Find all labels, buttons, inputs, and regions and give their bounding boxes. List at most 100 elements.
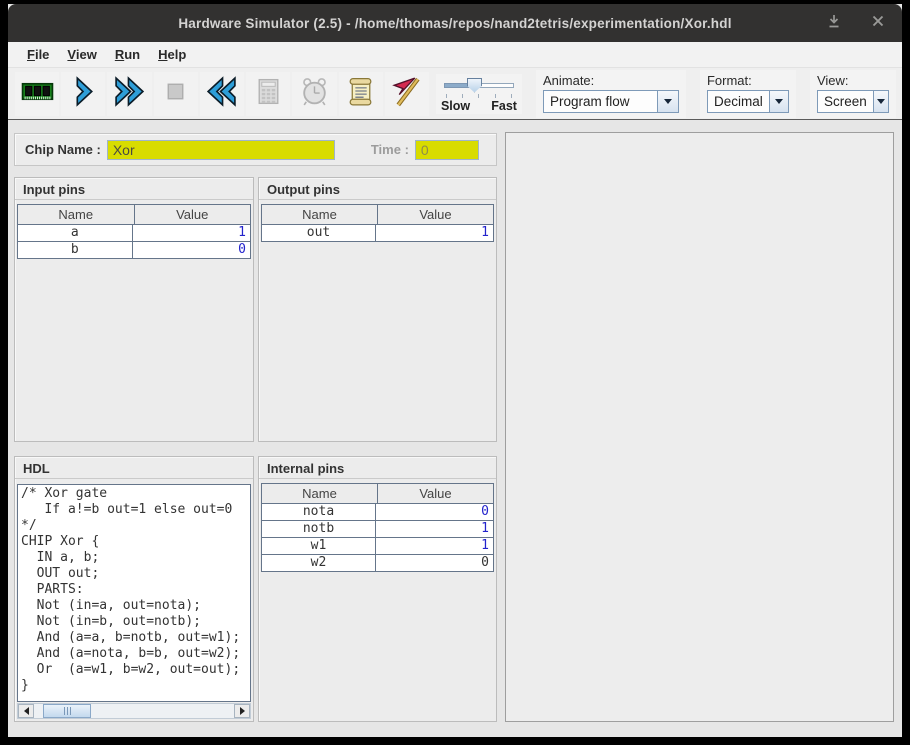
view-group: View: Screen — [810, 70, 896, 118]
input-pins-title: Input pins — [15, 178, 253, 200]
internal-pins-panel: Internal pins Name Value nota 0 notb 1 w… — [258, 456, 497, 722]
slider-ticks — [446, 94, 512, 98]
animate-select[interactable]: Program flow — [543, 90, 679, 113]
slider-thumb[interactable] — [467, 78, 482, 93]
format-label: Format: — [707, 73, 789, 88]
column-header-value: Value — [377, 205, 493, 224]
title-bar[interactable]: Hardware Simulator (2.5) - /home/thomas/… — [8, 4, 902, 42]
code-line: OUT out; — [21, 566, 247, 582]
display-area-panel — [505, 132, 894, 722]
code-line: IN a, b; — [21, 550, 247, 566]
chip-name-bar: Chip Name : Xor Time : 0 — [14, 133, 497, 166]
pin-value[interactable]: 1 — [132, 225, 251, 241]
column-header-name: Name — [262, 484, 377, 503]
code-line: Not (in=a, out=nota); — [21, 598, 247, 614]
fast-label: Fast — [491, 99, 517, 113]
minimize-button[interactable] — [826, 15, 842, 31]
animate-label: Animate: — [543, 73, 679, 88]
pin-name: w2 — [262, 555, 375, 571]
hdl-panel: HDL /* Xor gate If a!=b out=1 else out=0… — [14, 456, 254, 722]
menu-file[interactable]: File — [18, 44, 58, 65]
table-row: b 0 — [18, 242, 250, 259]
format-value: Decimal — [708, 91, 769, 112]
stop-button[interactable] — [154, 72, 198, 116]
triangle-right-icon — [240, 707, 245, 715]
horizontal-scrollbar[interactable] — [17, 703, 251, 719]
format-select[interactable]: Decimal — [707, 90, 789, 113]
output-pins-title: Output pins — [259, 178, 496, 200]
single-step-button[interactable] — [61, 72, 105, 116]
input-pins-table: Name Value a 1 b 0 — [17, 204, 251, 259]
close-button[interactable] — [870, 15, 886, 31]
output-pins-panel: Output pins Name Value out 1 — [258, 177, 497, 442]
menu-bar: File View Run Help — [8, 42, 902, 68]
input-pins-panel: Input pins Name Value a 1 b 0 — [14, 177, 254, 442]
table-row: nota 0 — [262, 504, 493, 521]
view-dropdown-button[interactable] — [873, 91, 888, 112]
scrollbar-track[interactable] — [34, 704, 234, 718]
scroll-left-button[interactable] — [18, 704, 34, 718]
table-row: a 1 — [18, 225, 250, 242]
pin-value: 1 — [375, 225, 493, 241]
clock-button[interactable] — [292, 72, 336, 116]
pin-name: notb — [262, 521, 375, 537]
main-area: Chip Name : Xor Time : 0 Input pins Name… — [8, 120, 902, 736]
double-chevron-left-icon — [205, 75, 238, 113]
window-title: Hardware Simulator (2.5) - /home/thomas/… — [178, 16, 731, 31]
code-line: PARTS: — [21, 582, 247, 598]
scroll-right-button[interactable] — [234, 704, 250, 718]
pin-value: 0 — [375, 504, 493, 520]
menu-view[interactable]: View — [58, 44, 105, 65]
chip-name-label: Chip Name : — [25, 142, 101, 157]
hdl-code-view[interactable]: /* Xor gate If a!=b out=1 else out=0 */ … — [17, 484, 251, 702]
column-header-name: Name — [262, 205, 377, 224]
pin-value: 1 — [375, 521, 493, 537]
chip-name-field[interactable]: Xor — [107, 140, 335, 160]
breakpoints-button[interactable] — [385, 72, 429, 116]
app-window: Hardware Simulator (2.5) - /home/thomas/… — [8, 4, 902, 737]
animate-group: Animate: Program flow — [536, 70, 686, 118]
calculator-button[interactable] — [246, 72, 290, 116]
calculator-icon — [252, 75, 285, 113]
format-dropdown-button[interactable] — [769, 91, 788, 112]
table-row: w2 0 — [262, 555, 493, 572]
pin-name: b — [18, 242, 132, 258]
code-line: */ — [21, 518, 247, 534]
scrollbar-thumb[interactable] — [43, 704, 91, 718]
pin-value: 1 — [375, 538, 493, 554]
column-header-value: Value — [134, 205, 251, 224]
triangle-left-icon — [24, 707, 29, 715]
code-line: } — [21, 678, 247, 694]
chevron-down-icon — [664, 99, 672, 104]
code-line: /* Xor gate — [21, 486, 247, 502]
memory-chip-icon — [21, 75, 54, 113]
code-line: Not (in=b, out=notb); — [21, 614, 247, 630]
double-chevron-right-icon — [113, 75, 146, 113]
run-button[interactable] — [107, 72, 151, 116]
speed-slider-group: Slow Fast — [436, 74, 522, 114]
load-chip-button[interactable] — [15, 72, 59, 116]
reset-button[interactable] — [200, 72, 244, 116]
pin-name: w1 — [262, 538, 375, 554]
animate-dropdown-button[interactable] — [657, 91, 678, 112]
output-pins-table: Name Value out 1 — [261, 204, 494, 242]
menu-help[interactable]: Help — [149, 44, 195, 65]
pin-name: a — [18, 225, 132, 241]
pin-value[interactable]: 0 — [132, 242, 251, 258]
view-script-button[interactable] — [339, 72, 383, 116]
code-line: CHIP Xor { — [21, 534, 247, 550]
view-select[interactable]: Screen — [817, 90, 889, 113]
script-scroll-icon — [344, 75, 377, 113]
column-header-value: Value — [377, 484, 493, 503]
time-label: Time : — [371, 142, 409, 157]
menu-run[interactable]: Run — [106, 44, 149, 65]
pin-name: nota — [262, 504, 375, 520]
chevron-down-icon — [775, 99, 783, 104]
column-header-name: Name — [18, 205, 134, 224]
code-line: And (a=nota, b=b, out=w2); — [21, 646, 247, 662]
speed-slider[interactable] — [444, 78, 514, 92]
minimize-icon — [827, 14, 841, 33]
animate-value: Program flow — [544, 91, 657, 112]
view-value: Screen — [818, 91, 873, 112]
internal-pins-table: Name Value nota 0 notb 1 w1 1 w2 0 — [261, 483, 494, 572]
